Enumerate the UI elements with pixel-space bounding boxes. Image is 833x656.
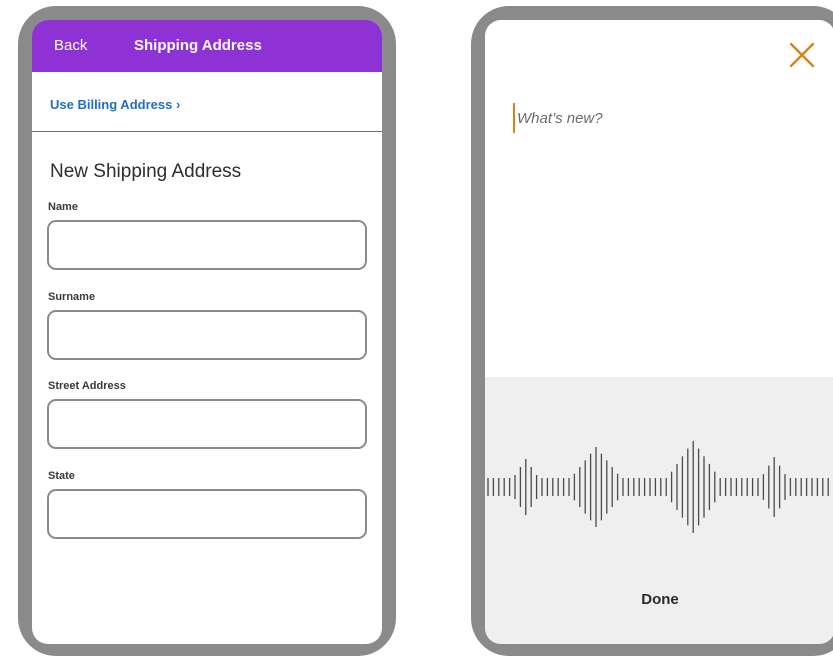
back-button[interactable]: Back xyxy=(54,37,87,54)
state-label: State xyxy=(48,470,75,482)
name-field[interactable] xyxy=(47,220,367,270)
street-address-label: Street Address xyxy=(48,380,126,392)
voice-input-panel: Done xyxy=(485,377,833,644)
street-address-field[interactable] xyxy=(47,399,367,449)
shipping-screen: Back Shipping Address Use Billing Addres… xyxy=(32,20,382,644)
name-label: Name xyxy=(48,201,78,213)
close-icon xyxy=(789,42,815,68)
state-field[interactable] xyxy=(47,489,367,539)
shipping-phone-frame: Back Shipping Address Use Billing Addres… xyxy=(18,6,396,656)
done-button[interactable]: Done xyxy=(485,591,833,608)
text-cursor xyxy=(513,103,515,133)
voice-phone-frame: What’s new? Done xyxy=(471,6,833,656)
voice-screen: What’s new? Done xyxy=(485,20,833,644)
audio-waveform-icon xyxy=(487,441,829,533)
billing-address-row: Use Billing Address › xyxy=(32,72,382,132)
surname-label: Surname xyxy=(48,291,96,303)
surname-field[interactable] xyxy=(47,310,367,360)
close-button[interactable] xyxy=(787,40,817,70)
page-title: Shipping Address xyxy=(134,37,262,54)
use-billing-address-link[interactable]: Use Billing Address › xyxy=(50,97,180,112)
form-title: New Shipping Address xyxy=(50,161,242,182)
compose-placeholder[interactable]: What’s new? xyxy=(517,110,603,127)
navigation-bar: Back Shipping Address xyxy=(32,20,382,72)
